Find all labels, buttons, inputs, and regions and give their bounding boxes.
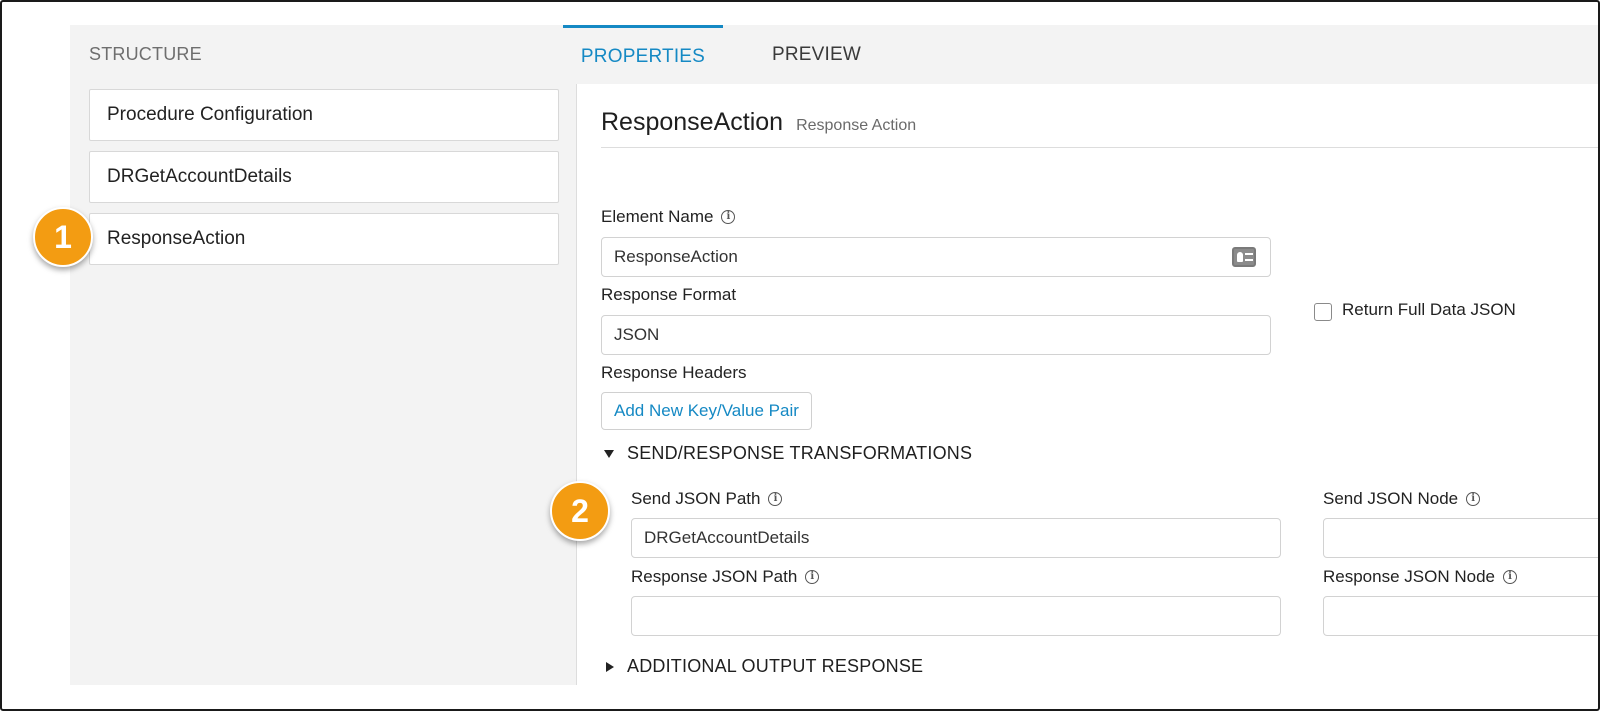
contact-card-icon[interactable] <box>1232 247 1256 267</box>
properties-panel: PROPERTIES PREVIEW ResponseAction Respon… <box>563 25 1598 685</box>
response-headers-label: Response Headers <box>601 363 747 382</box>
additional-output-section-title: ADDITIONAL OUTPUT RESPONSE <box>627 656 924 676</box>
send-json-node-label: Send JSON Node i <box>1323 489 1481 509</box>
response-json-node-input[interactable] <box>1323 596 1598 636</box>
structure-item-procedure-configuration[interactable]: Procedure Configuration <box>89 89 559 141</box>
tab-properties[interactable]: PROPERTIES <box>563 25 723 85</box>
response-json-path-input[interactable] <box>631 596 1281 636</box>
add-key-value-pair-button[interactable]: Add New Key/Value Pair <box>601 392 812 430</box>
info-icon[interactable]: i <box>1502 570 1517 584</box>
callout-badge-2: 2 <box>550 481 610 541</box>
info-icon[interactable]: i <box>805 570 820 584</box>
tab-bar: PROPERTIES PREVIEW <box>563 25 1598 85</box>
send-response-section-toggle[interactable]: SEND/RESPONSE TRANSFORMATIONS <box>604 443 972 464</box>
element-title: ResponseAction <box>601 108 784 136</box>
response-json-path-label: Response JSON Path i <box>631 567 820 587</box>
info-icon[interactable]: i <box>1466 492 1481 506</box>
chevron-right-icon <box>606 661 614 672</box>
send-json-path-value: DRGetAccountDetails <box>644 528 810 547</box>
element-name-value: ResponseAction <box>614 247 738 266</box>
send-json-node-label-text: Send JSON Node <box>1323 489 1459 508</box>
structure-item-label: Procedure Configuration <box>107 104 313 125</box>
screenshot-frame: STRUCTURE Procedure Configuration DRGetA… <box>0 0 1600 711</box>
element-name-input[interactable]: ResponseAction <box>601 237 1271 277</box>
send-response-section-title: SEND/RESPONSE TRANSFORMATIONS <box>627 443 973 463</box>
properties-content: ResponseAction Response Action Element N… <box>576 84 1598 685</box>
element-type: Response Action <box>796 117 917 134</box>
tab-preview[interactable]: PREVIEW <box>772 25 861 85</box>
additional-output-section-toggle[interactable]: ADDITIONAL OUTPUT RESPONSE <box>606 656 923 677</box>
return-full-data-label: Return Full Data JSON <box>1342 300 1516 319</box>
element-title-row: ResponseAction Response Action <box>601 108 916 137</box>
structure-item-responseaction[interactable]: ResponseAction <box>89 213 559 265</box>
response-format-select[interactable]: JSON <box>601 315 1271 355</box>
response-json-path-label-text: Response JSON Path <box>631 567 798 586</box>
response-format-label: Response Format <box>601 285 737 304</box>
response-json-node-label: Response JSON Node i <box>1323 567 1517 587</box>
send-json-node-input[interactable] <box>1323 518 1598 558</box>
response-format-value: JSON <box>614 325 660 344</box>
title-divider <box>601 147 1598 148</box>
info-icon[interactable]: i <box>768 492 783 506</box>
chevron-down-icon <box>604 449 614 458</box>
info-icon[interactable]: i <box>721 210 736 224</box>
send-json-path-label: Send JSON Path i <box>631 489 783 509</box>
send-json-path-input[interactable]: DRGetAccountDetails <box>631 518 1281 558</box>
structure-panel: STRUCTURE Procedure Configuration DRGetA… <box>70 25 576 685</box>
send-json-path-label-text: Send JSON Path <box>631 489 761 508</box>
response-json-node-label-text: Response JSON Node <box>1323 567 1495 586</box>
omniscript-designer: STRUCTURE Procedure Configuration DRGetA… <box>70 25 1598 685</box>
structure-header: STRUCTURE <box>89 44 202 64</box>
element-name-label-text: Element Name <box>601 207 714 226</box>
structure-item-label: DRGetAccountDetails <box>107 166 292 187</box>
structure-item-drgetaccountdetails[interactable]: DRGetAccountDetails <box>89 151 559 203</box>
callout-badge-1: 1 <box>33 207 93 267</box>
structure-item-label: ResponseAction <box>107 228 246 249</box>
element-name-label: Element Name i <box>601 207 736 227</box>
return-full-data-checkbox[interactable] <box>1314 303 1332 321</box>
